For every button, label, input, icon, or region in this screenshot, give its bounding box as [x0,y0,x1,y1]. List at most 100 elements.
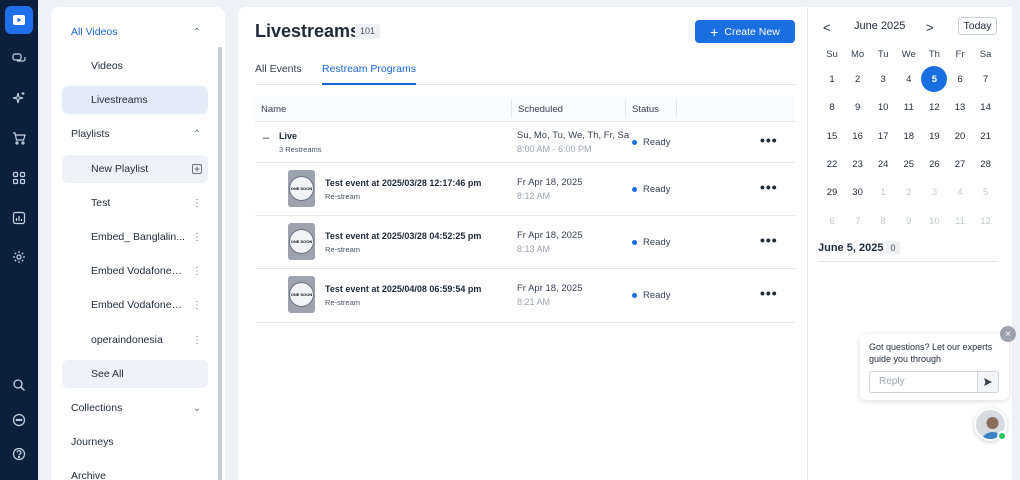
calendar-day[interactable]: 21 [973,131,999,142]
rail-apps-button[interactable] [5,164,33,192]
rail-videos-button[interactable] [5,6,33,34]
calendar-day[interactable]: 1 [870,187,896,198]
calendar-day[interactable]: 4 [896,74,922,85]
calendar-day[interactable]: 26 [921,159,947,170]
calendar-day[interactable]: 7 [845,216,871,227]
sidebar-collections[interactable]: Collections ⌄ [62,394,208,422]
sidebar-item-videos[interactable]: Videos [62,52,208,80]
scheduled-date: Fr Apr 18, 2025 [517,177,583,188]
calendar-day[interactable]: 3 [870,74,896,85]
column-header-status[interactable]: Status [632,104,659,115]
event-thumbnail: ONE SOON [288,170,315,207]
table-row[interactable]: ONE SOON Test event at 2025/04/08 06:59:… [255,269,795,323]
calendar-day[interactable]: 24 [870,159,896,170]
calendar-day[interactable]: 25 [896,159,922,170]
chevron-left-icon[interactable]: < [823,20,831,35]
table-row[interactable]: ONE SOON Test event at 2025/03/28 12:17:… [255,163,795,216]
sidebar-see-all[interactable]: See All [62,360,208,388]
calendar-day[interactable]: 30 [845,187,871,198]
calendar-day[interactable]: 8 [870,216,896,227]
sidebar-scrollbar[interactable] [218,47,222,480]
calendar-day[interactable]: 27 [947,159,973,170]
calendar-day[interactable]: 10 [921,216,947,227]
rail-settings-button[interactable] [5,243,33,271]
calendar-day[interactable]: 2 [896,187,922,198]
send-button[interactable] [977,371,999,393]
reply-input[interactable]: Reply [869,371,977,393]
sidebar-item-label: New Playlist [91,163,149,175]
rail-ai-button[interactable] [5,84,33,112]
calendar-day[interactable]: 1 [819,74,845,85]
tab-all-events[interactable]: All Events [255,63,302,85]
calendar-day[interactable]: 23 [845,159,871,170]
calendar-day[interactable]: 12 [973,216,999,227]
rail-help-button[interactable] [5,440,33,468]
calendar-day[interactable]: 15 [819,131,845,142]
calendar-day[interactable]: 20 [947,131,973,142]
more-options-icon[interactable]: ••• [760,285,778,301]
add-square-icon[interactable] [186,164,208,174]
calendar-day-selected[interactable]: 5 [921,74,947,85]
calendar-day[interactable]: 13 [947,102,973,113]
kebab-menu-icon[interactable]: ⋮ [186,232,208,243]
calendar-day[interactable]: 6 [947,74,973,85]
tab-restream-programs[interactable]: Restream Programs [322,63,416,85]
column-header-scheduled[interactable]: Scheduled [518,104,563,115]
kebab-menu-icon[interactable]: ⋮ [186,300,208,311]
table-row[interactable]: ONE SOON Test event at 2025/03/28 04:52:… [255,216,795,269]
sidebar-new-playlist[interactable]: New Playlist [62,155,208,183]
chevron-up-icon[interactable]: ⌃ [186,27,208,38]
calendar-day[interactable]: 2 [845,74,871,85]
calendar-day[interactable]: 22 [819,159,845,170]
close-chat-button[interactable]: × [1000,326,1016,342]
sidebar-playlist-item[interactable]: Embed Vodafone_... ⋮ [62,291,208,319]
calendar-day[interactable]: 12 [921,102,947,113]
sidebar-playlist-item[interactable]: operaindonesia ⋮ [62,326,208,354]
rail-shop-button[interactable] [5,124,33,152]
more-options-icon[interactable]: ••• [760,179,778,195]
rail-analytics-button[interactable] [5,204,33,232]
today-button[interactable]: Today [958,17,997,35]
rail-chat-button[interactable] [5,45,33,73]
sidebar-journeys[interactable]: Journeys [62,428,208,456]
kebab-menu-icon[interactable]: ⋮ [186,198,208,209]
calendar-day[interactable]: 19 [921,131,947,142]
sidebar-item-livestreams[interactable]: Livestreams [62,86,208,114]
sidebar-archive[interactable]: Archive [62,462,208,480]
calendar-day[interactable]: 11 [947,216,973,227]
calendar-day[interactable]: 9 [845,102,871,113]
kebab-menu-icon[interactable]: ⋮ [186,335,208,346]
calendar-day[interactable]: 10 [870,102,896,113]
more-options-icon[interactable]: ••• [760,232,778,248]
calendar-day[interactable]: 29 [819,187,845,198]
calendar-day[interactable]: 5 [973,187,999,198]
sidebar-playlists[interactable]: Playlists ⌃ [62,120,208,148]
column-header-name[interactable]: Name [261,104,286,115]
rail-search-button[interactable] [5,371,33,399]
chevron-up-icon[interactable]: ⌃ [186,129,208,140]
calendar-day[interactable]: 3 [921,187,947,198]
sidebar-all-videos[interactable]: All Videos ⌃ [62,18,208,46]
table-row-group[interactable]: – Live 3 Restreams Su, Mo, Tu, We, Th, F… [255,122,795,163]
calendar-day[interactable]: 7 [973,74,999,85]
calendar-day[interactable]: 14 [973,102,999,113]
calendar-day[interactable]: 18 [896,131,922,142]
calendar-day[interactable]: 9 [896,216,922,227]
create-new-button[interactable]: + Create New [695,20,795,43]
sidebar-playlist-item[interactable]: Test ⋮ [62,189,208,217]
calendar-day[interactable]: 8 [819,102,845,113]
collapse-icon[interactable]: – [263,132,269,144]
calendar-day[interactable]: 16 [845,131,871,142]
chevron-right-icon[interactable]: > [926,20,934,35]
calendar-day[interactable]: 6 [819,216,845,227]
chevron-down-icon[interactable]: ⌄ [186,403,208,414]
sidebar-playlist-item[interactable]: Embed Vodafone_... ⋮ [62,257,208,285]
rail-messages-button[interactable] [5,406,33,434]
calendar-day[interactable]: 28 [973,159,999,170]
calendar-day[interactable]: 4 [947,187,973,198]
calendar-day[interactable]: 17 [870,131,896,142]
calendar-day[interactable]: 11 [896,102,922,113]
kebab-menu-icon[interactable]: ⋮ [186,266,208,277]
sidebar-playlist-item[interactable]: Embed_ Banglalin... ⋮ [62,223,208,251]
more-options-icon[interactable]: ••• [760,132,778,148]
